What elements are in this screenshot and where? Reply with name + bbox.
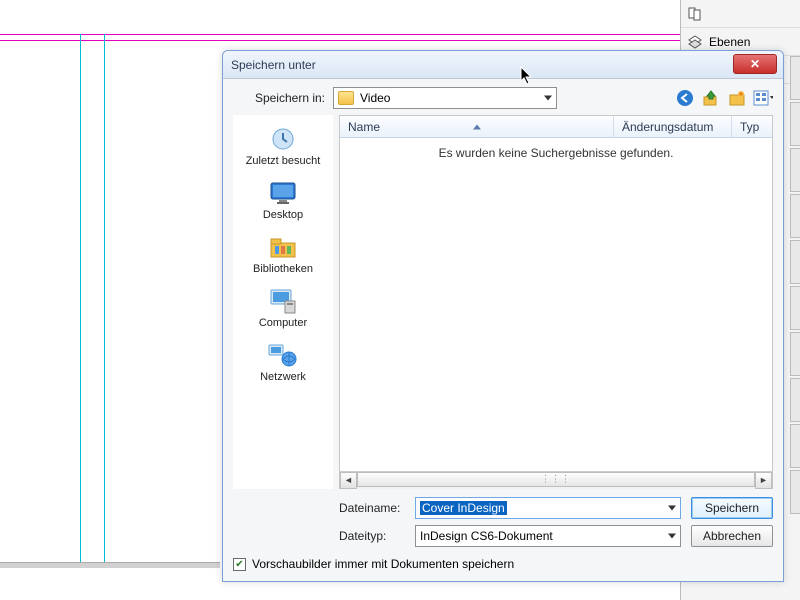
column-name[interactable]: Name (340, 116, 614, 137)
side-tab[interactable] (790, 424, 800, 468)
side-tab[interactable] (790, 148, 800, 192)
folder-icon (338, 91, 354, 105)
scroll-left-button[interactable]: ◄ (340, 472, 357, 489)
chevron-down-icon (668, 506, 676, 511)
side-tab[interactable] (790, 240, 800, 284)
save-button[interactable]: Speichern (691, 497, 773, 519)
folder-name: Video (360, 91, 390, 105)
side-tab[interactable] (790, 286, 800, 330)
side-tab[interactable] (790, 378, 800, 422)
sort-asc-icon (473, 124, 481, 129)
column-type[interactable]: Typ (732, 116, 772, 137)
place-label: Desktop (263, 209, 303, 221)
places-bar: Zuletzt besucht Desktop Bibliotheken Com… (233, 115, 333, 489)
filename-label: Dateiname: (339, 501, 407, 515)
scroll-right-button[interactable]: ► (755, 472, 772, 489)
column-date[interactable]: Änderungsdatum (614, 116, 732, 137)
place-desktop[interactable]: Desktop (233, 175, 333, 225)
filetype-dropdown[interactable]: InDesign CS6-Dokument (415, 525, 681, 547)
place-label: Bibliotheken (253, 263, 313, 275)
new-folder-button[interactable] (727, 88, 747, 108)
chevron-down-icon (668, 534, 676, 539)
thumbnails-checkbox-label: Vorschaubilder immer mit Dokumenten spei… (252, 557, 514, 571)
filename-value: Cover InDesign (420, 501, 507, 515)
vertical-guide (104, 34, 105, 564)
save-in-label: Speichern in: (233, 91, 325, 105)
vertical-guide (80, 34, 81, 564)
place-label: Computer (259, 317, 307, 329)
filetype-label: Dateityp: (339, 529, 407, 543)
scroll-thumb[interactable]: ⋮⋮⋮ (357, 472, 755, 487)
place-recent[interactable]: Zuletzt besucht (233, 121, 333, 171)
horizontal-scrollbar[interactable]: ◄ ⋮⋮⋮ ► (340, 471, 772, 488)
side-tab[interactable] (790, 470, 800, 514)
place-libraries[interactable]: Bibliotheken (233, 229, 333, 279)
libraries-icon (267, 233, 299, 261)
scroll-track[interactable]: ⋮⋮⋮ (357, 472, 755, 489)
chevron-down-icon (544, 96, 552, 101)
up-button[interactable] (701, 88, 721, 108)
dialog-titlebar[interactable]: Speichern unter ✕ (223, 51, 783, 79)
save-in-dropdown[interactable]: Video (333, 87, 557, 109)
dialog-title: Speichern unter (231, 58, 316, 72)
filename-input[interactable]: Cover InDesign (415, 497, 681, 519)
close-icon: ✕ (750, 57, 760, 71)
side-tab[interactable] (790, 102, 800, 146)
close-button[interactable]: ✕ (733, 54, 777, 74)
pages-icon (687, 6, 703, 22)
page-edge (0, 562, 220, 568)
file-list-area: Name Änderungsdatum Typ Es wurden keine … (339, 115, 773, 489)
side-tabs (790, 56, 800, 516)
place-label: Netzwerk (260, 371, 306, 383)
view-menu-button[interactable] (753, 88, 773, 108)
file-list[interactable]: Es wurden keine Suchergebnisse gefunden. (340, 138, 772, 471)
recent-icon (267, 125, 299, 153)
computer-icon (267, 287, 299, 315)
desktop-icon (267, 179, 299, 207)
thumbnails-checkbox[interactable]: ✔ (233, 558, 246, 571)
place-computer[interactable]: Computer (233, 283, 333, 333)
panel-row-pages[interactable] (681, 0, 800, 28)
side-tab[interactable] (790, 194, 800, 238)
layers-icon (687, 34, 703, 50)
network-icon (267, 341, 299, 369)
side-tab[interactable] (790, 56, 800, 100)
cancel-button[interactable]: Abbrechen (691, 525, 773, 547)
layers-label: Ebenen (709, 35, 750, 49)
filetype-value: InDesign CS6-Dokument (420, 529, 553, 543)
back-button[interactable] (675, 88, 695, 108)
side-tab[interactable] (790, 332, 800, 376)
place-label: Zuletzt besucht (246, 155, 321, 167)
empty-message: Es wurden keine Suchergebnisse gefunden. (439, 146, 674, 160)
file-list-header: Name Änderungsdatum Typ (340, 116, 772, 138)
save-as-dialog: Speichern unter ✕ Speichern in: Video (222, 50, 784, 582)
place-network[interactable]: Netzwerk (233, 337, 333, 387)
